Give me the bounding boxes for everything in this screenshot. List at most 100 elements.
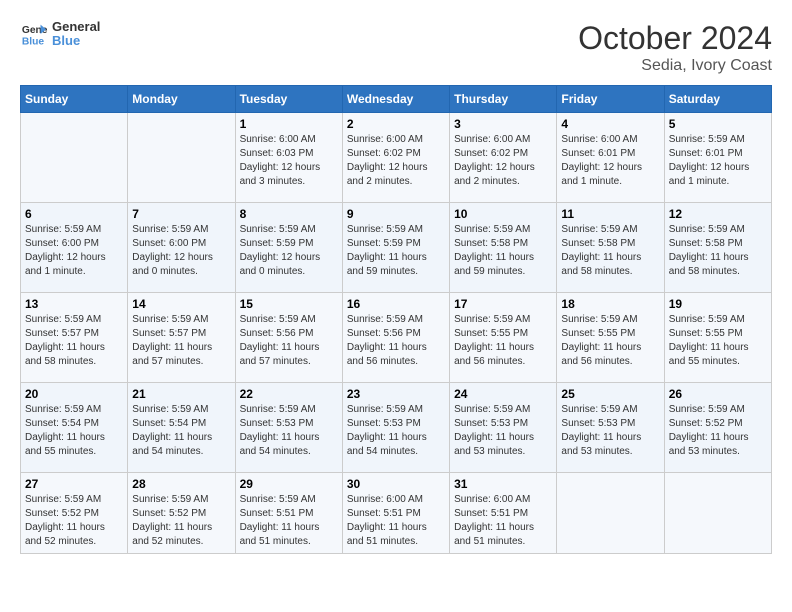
- day-number: 19: [669, 297, 767, 311]
- calendar-cell: [557, 473, 664, 554]
- sunrise-text: Sunrise: 5:59 AM: [132, 223, 230, 237]
- title-block: October 2024 Sedia, Ivory Coast: [578, 20, 772, 75]
- calendar-cell: [128, 113, 235, 203]
- day-number: 11: [561, 207, 659, 221]
- sunrise-text: Sunrise: 5:59 AM: [132, 403, 230, 417]
- sunrise-text: Sunrise: 5:59 AM: [454, 403, 552, 417]
- calendar-cell: 15Sunrise: 5:59 AMSunset: 5:56 PMDayligh…: [235, 293, 342, 383]
- daylight-text: Daylight: 11 hours and 56 minutes.: [454, 341, 552, 369]
- daylight-text: Daylight: 12 hours and 0 minutes.: [132, 251, 230, 279]
- sunset-text: Sunset: 5:51 PM: [454, 507, 552, 521]
- sunrise-text: Sunrise: 5:59 AM: [454, 223, 552, 237]
- calendar-cell: 20Sunrise: 5:59 AMSunset: 5:54 PMDayligh…: [21, 383, 128, 473]
- col-header-sunday: Sunday: [21, 86, 128, 113]
- calendar-cell: 24Sunrise: 5:59 AMSunset: 5:53 PMDayligh…: [450, 383, 557, 473]
- calendar-cell: 29 Sunrise: 5:59 AMSunset: 5:51 PMDayligh…: [235, 473, 342, 554]
- daylight-text: Daylight: 11 hours and 54 minutes.: [347, 431, 445, 459]
- day-info: Sunrise: 6:00 AMSunset: 5:51 PMDaylight:…: [454, 493, 552, 549]
- day-info: Sunrise: 5:59 AMSunset: 6:00 PMDaylight:…: [25, 223, 123, 279]
- day-number: 29: [240, 477, 338, 491]
- sunset-text: Sunset: 6:00 PM: [132, 237, 230, 251]
- day-number: 3: [454, 117, 552, 131]
- day-info: Sunrise: 5:59 AMSunset: 6:01 PMDaylight:…: [669, 133, 767, 189]
- day-info: Sunrise: 6:00 AMSunset: 6:02 PMDaylight:…: [347, 133, 445, 189]
- day-number: 10: [454, 207, 552, 221]
- page-header: General Blue General Blue October 2024 S…: [20, 20, 772, 75]
- daylight-text: Daylight: 12 hours and 1 minute.: [25, 251, 123, 279]
- daylight-text: Daylight: 11 hours and 54 minutes.: [240, 431, 338, 459]
- daylight-text: Daylight: 11 hours and 53 minutes.: [454, 431, 552, 459]
- day-number: 4: [561, 117, 659, 131]
- month-title: October 2024: [578, 20, 772, 57]
- col-header-tuesday: Tuesday: [235, 86, 342, 113]
- sunrise-text: Sunrise: 5:59 AM: [25, 493, 123, 507]
- day-info: Sunrise: 5:59 AMSunset: 5:54 PMDaylight:…: [25, 403, 123, 459]
- daylight-text: Daylight: 11 hours and 51 minutes.: [454, 521, 552, 549]
- calendar-cell: 8Sunrise: 5:59 AMSunset: 5:59 PMDaylight…: [235, 203, 342, 293]
- sunset-text: Sunset: 5:55 PM: [454, 327, 552, 341]
- daylight-text: Daylight: 11 hours and 51 minutes.: [240, 521, 338, 549]
- day-info: Sunrise: 5:59 AMSunset: 5:52 PMDaylight:…: [25, 493, 123, 549]
- sunset-text: Sunset: 6:03 PM: [240, 147, 338, 161]
- calendar-cell: 17Sunrise: 5:59 AMSunset: 5:55 PMDayligh…: [450, 293, 557, 383]
- day-info: Sunrise: 6:00 AMSunset: 6:02 PMDaylight:…: [454, 133, 552, 189]
- day-info: Sunrise: 5:59 AMSunset: 5:51 PMDaylight:…: [240, 493, 338, 549]
- sunset-text: Sunset: 5:54 PM: [132, 417, 230, 431]
- sunset-text: Sunset: 5:51 PM: [347, 507, 445, 521]
- sunset-text: Sunset: 6:02 PM: [347, 147, 445, 161]
- sunrise-text: Sunrise: 5:59 AM: [561, 313, 659, 327]
- sunrise-text: Sunrise: 5:59 AM: [669, 403, 767, 417]
- daylight-text: Daylight: 11 hours and 55 minutes.: [25, 431, 123, 459]
- daylight-text: Daylight: 12 hours and 2 minutes.: [347, 161, 445, 189]
- sunset-text: Sunset: 5:59 PM: [240, 237, 338, 251]
- sunrise-text: Sunrise: 5:59 AM: [669, 313, 767, 327]
- day-number: 9: [347, 207, 445, 221]
- sunrise-text: Sunrise: 5:59 AM: [25, 403, 123, 417]
- calendar-cell: 22Sunrise: 5:59 AMSunset: 5:53 PMDayligh…: [235, 383, 342, 473]
- calendar-cell: 14Sunrise: 5:59 AMSunset: 5:57 PMDayligh…: [128, 293, 235, 383]
- daylight-text: Daylight: 11 hours and 54 minutes.: [132, 431, 230, 459]
- location-subtitle: Sedia, Ivory Coast: [578, 57, 772, 75]
- week-row-5: 27Sunrise: 5:59 AMSunset: 5:52 PMDayligh…: [21, 473, 772, 554]
- calendar-cell: 30Sunrise: 6:00 AMSunset: 5:51 PMDayligh…: [342, 473, 449, 554]
- calendar-cell: 28Sunrise: 5:59 AMSunset: 5:52 PMDayligh…: [128, 473, 235, 554]
- calendar-cell: 3 Sunrise: 6:00 AMSunset: 6:02 PMDaylight…: [450, 113, 557, 203]
- day-info: Sunrise: 5:59 AMSunset: 5:52 PMDaylight:…: [669, 403, 767, 459]
- daylight-text: Daylight: 11 hours and 55 minutes.: [669, 341, 767, 369]
- daylight-text: Daylight: 11 hours and 58 minutes.: [25, 341, 123, 369]
- day-number: 8: [240, 207, 338, 221]
- week-row-4: 20Sunrise: 5:59 AMSunset: 5:54 PMDayligh…: [21, 383, 772, 473]
- day-number: 25: [561, 387, 659, 401]
- sunset-text: Sunset: 5:58 PM: [561, 237, 659, 251]
- calendar-cell: 13Sunrise: 5:59 AMSunset: 5:57 PMDayligh…: [21, 293, 128, 383]
- day-info: Sunrise: 5:59 AMSunset: 5:55 PMDaylight:…: [561, 313, 659, 369]
- daylight-text: Daylight: 11 hours and 58 minutes.: [561, 251, 659, 279]
- calendar-cell: 9Sunrise: 5:59 AMSunset: 5:59 PMDaylight…: [342, 203, 449, 293]
- sunset-text: Sunset: 5:56 PM: [240, 327, 338, 341]
- sunrise-text: Sunrise: 6:00 AM: [454, 133, 552, 147]
- daylight-text: Daylight: 12 hours and 3 minutes.: [240, 161, 338, 189]
- day-number: 12: [669, 207, 767, 221]
- calendar-header-row: SundayMondayTuesdayWednesdayThursdayFrid…: [21, 86, 772, 113]
- daylight-text: Daylight: 12 hours and 2 minutes.: [454, 161, 552, 189]
- daylight-text: Daylight: 12 hours and 1 minute.: [669, 161, 767, 189]
- logo-blue: Blue: [52, 34, 100, 48]
- day-number: 17: [454, 297, 552, 311]
- day-info: Sunrise: 5:59 AMSunset: 5:53 PMDaylight:…: [561, 403, 659, 459]
- day-number: 21: [132, 387, 230, 401]
- sunrise-text: Sunrise: 5:59 AM: [240, 493, 338, 507]
- sunset-text: Sunset: 5:53 PM: [240, 417, 338, 431]
- daylight-text: Daylight: 12 hours and 0 minutes.: [240, 251, 338, 279]
- sunset-text: Sunset: 5:51 PM: [240, 507, 338, 521]
- calendar-cell: 1Sunrise: 6:00 AMSunset: 6:03 PMDaylight…: [235, 113, 342, 203]
- day-info: Sunrise: 5:59 AMSunset: 5:52 PMDaylight:…: [132, 493, 230, 549]
- day-number: 1: [240, 117, 338, 131]
- sunset-text: Sunset: 5:53 PM: [454, 417, 552, 431]
- day-number: 30: [347, 477, 445, 491]
- calendar-cell: 10Sunrise: 5:59 AMSunset: 5:58 PMDayligh…: [450, 203, 557, 293]
- calendar-cell: 18Sunrise: 5:59 AMSunset: 5:55 PMDayligh…: [557, 293, 664, 383]
- day-number: 14: [132, 297, 230, 311]
- calendar-cell: [664, 473, 771, 554]
- day-info: Sunrise: 5:59 AMSunset: 5:53 PMDaylight:…: [240, 403, 338, 459]
- sunset-text: Sunset: 5:53 PM: [561, 417, 659, 431]
